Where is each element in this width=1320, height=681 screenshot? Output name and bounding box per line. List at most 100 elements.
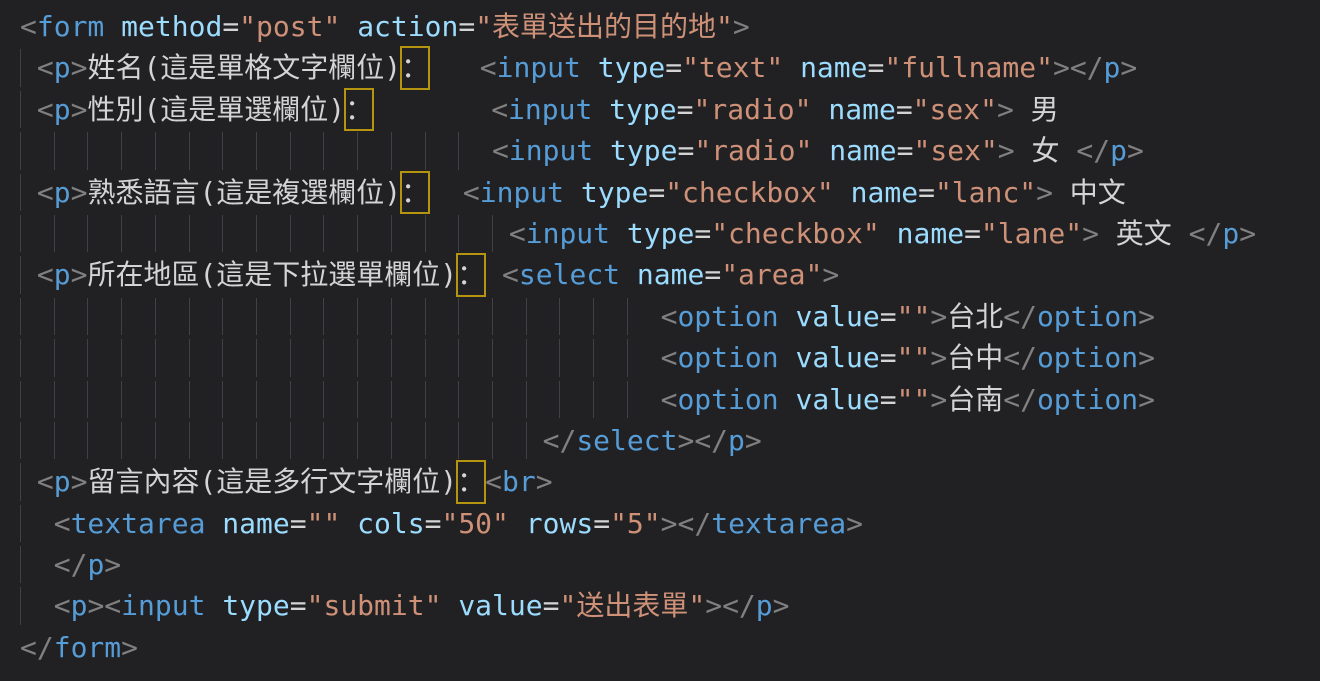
token-attribute-name[interactable]: value xyxy=(458,589,542,622)
token-string[interactable]: "radio" xyxy=(694,93,812,126)
token-string[interactable]: "" xyxy=(897,341,931,374)
code-line-7[interactable]: <p>所在地區(這是下拉選單欄位)： <select name="area"> xyxy=(20,254,1320,295)
code-editor[interactable]: <form method="post" action="表單送出的目的地"> <… xyxy=(0,0,1320,681)
token-text[interactable] xyxy=(340,507,357,540)
token-attribute-name[interactable]: type xyxy=(222,589,289,622)
token-attribute-name[interactable]: value xyxy=(795,341,879,374)
token-attribute-name[interactable]: value xyxy=(795,383,879,416)
token-text[interactable] xyxy=(564,176,581,209)
token-text[interactable]: 熟悉語言(這是複選欄位) xyxy=(87,176,401,209)
token-string[interactable]: "" xyxy=(307,507,341,540)
token-punctuation[interactable]: > xyxy=(71,176,88,209)
token-tag-name[interactable]: p xyxy=(756,589,773,622)
token-punctuation[interactable]: </ xyxy=(543,424,577,457)
token-text[interactable] xyxy=(509,507,526,540)
token-string[interactable]: "fullname" xyxy=(884,51,1053,84)
token-tag-name[interactable]: select xyxy=(519,258,620,291)
token-punctuation[interactable]: > xyxy=(998,134,1015,167)
token-text[interactable]: 性別(這是單選欄位) xyxy=(87,93,345,126)
token-punctuation[interactable]: > xyxy=(1036,176,1053,209)
token-punctuation[interactable]: > xyxy=(1082,217,1099,250)
token-punctuation[interactable]: > xyxy=(733,10,750,43)
token-punctuation[interactable]: < xyxy=(502,258,519,291)
token-tag-name[interactable]: option xyxy=(677,300,778,333)
token-tag-name[interactable]: input xyxy=(497,51,581,84)
token-punctuation[interactable]: > xyxy=(1127,134,1144,167)
token-tag-name[interactable]: form xyxy=(54,631,121,664)
token-tag-name[interactable]: p xyxy=(54,258,71,291)
token-tag-name[interactable]: option xyxy=(1037,383,1138,416)
code-line-13[interactable]: <textarea name="" cols="50" rows="5"></t… xyxy=(20,503,1320,544)
token-punctuation[interactable]: > xyxy=(997,93,1014,126)
token-text[interactable]: 女 xyxy=(1015,134,1077,167)
token-equals[interactable]: = xyxy=(964,217,981,250)
token-punctuation[interactable]: < xyxy=(509,217,526,250)
token-equals[interactable]: = xyxy=(897,134,914,167)
token-string[interactable]: "sex" xyxy=(914,134,998,167)
code-line-6[interactable]: <input type="checkbox" name="lane"> 英文 <… xyxy=(20,213,1320,254)
token-attribute-name[interactable]: name xyxy=(828,93,895,126)
token-text[interactable] xyxy=(779,300,796,333)
token-punctuation[interactable]: </ xyxy=(20,631,54,664)
token-string[interactable]: "checkbox" xyxy=(711,217,880,250)
token-punctuation[interactable]: > xyxy=(1138,300,1155,333)
token-punctuation[interactable]: > xyxy=(71,93,88,126)
token-equals[interactable]: = xyxy=(648,176,665,209)
token-text[interactable] xyxy=(783,51,800,84)
token-punctuation[interactable]: < xyxy=(104,589,121,622)
token-punctuation[interactable]: > xyxy=(661,507,678,540)
code-line-16[interactable]: </form> xyxy=(20,627,1320,668)
token-text[interactable]: 英文 xyxy=(1099,217,1189,250)
token-text[interactable] xyxy=(593,134,610,167)
token-equals[interactable]: = xyxy=(880,383,897,416)
code-line-5[interactable]: <p>熟悉語言(這是複選欄位)： <input type="checkbox" … xyxy=(20,172,1320,213)
token-punctuation[interactable]: > xyxy=(930,300,947,333)
code-line-1[interactable]: <form method="post" action="表單送出的目的地"> xyxy=(20,6,1320,47)
code-line-3[interactable]: <p>性別(這是單選欄位)： <input type="radio" name=… xyxy=(20,89,1320,130)
token-text[interactable] xyxy=(429,176,463,209)
token-attribute-name[interactable]: rows xyxy=(526,507,593,540)
token-text[interactable]: 中文 xyxy=(1053,176,1126,209)
token-string[interactable]: "text" xyxy=(682,51,783,84)
token-punctuation[interactable]: > xyxy=(930,341,947,374)
code-line-8[interactable]: <option value="">台北</option> xyxy=(20,296,1320,337)
token-text[interactable] xyxy=(779,341,796,374)
token-text[interactable]: 姓名(這是單格文字欄位) xyxy=(87,51,401,84)
token-punctuation[interactable]: > xyxy=(1053,51,1070,84)
token-text[interactable]: 所在地區(這是下拉選單欄位) xyxy=(87,258,457,291)
token-text[interactable]: 台北 xyxy=(947,300,1003,333)
token-text[interactable]: 台南 xyxy=(947,383,1003,416)
token-tag-name[interactable]: input xyxy=(480,176,564,209)
token-text[interactable] xyxy=(581,51,598,84)
token-punctuation[interactable]: < xyxy=(37,93,54,126)
token-equals[interactable]: = xyxy=(868,51,885,84)
token-equals[interactable]: = xyxy=(543,589,560,622)
token-punctuation[interactable]: > xyxy=(705,589,722,622)
token-punctuation[interactable]: < xyxy=(492,134,509,167)
token-string[interactable]: "表單送出的目的地" xyxy=(475,10,733,43)
token-punctuation[interactable]: > xyxy=(71,258,88,291)
token-string[interactable]: "" xyxy=(897,383,931,416)
token-equals[interactable]: = xyxy=(593,507,610,540)
token-tag-name[interactable]: input xyxy=(508,93,592,126)
token-tag-name[interactable]: p xyxy=(1110,134,1127,167)
token-string[interactable]: "lanc" xyxy=(935,176,1036,209)
token-equals[interactable]: = xyxy=(880,300,897,333)
token-equals[interactable]: = xyxy=(880,341,897,374)
token-tag-name[interactable]: p xyxy=(87,548,104,581)
token-text[interactable] xyxy=(104,10,121,43)
code-line-12[interactable]: <p>留言內容(這是多行文字欄位)：<br> xyxy=(20,461,1320,502)
token-punctuation[interactable]: > xyxy=(87,589,104,622)
token-punctuation[interactable]: </ xyxy=(1003,383,1037,416)
ambiguous-unicode-highlight[interactable]: ： xyxy=(345,89,373,130)
token-equals[interactable]: = xyxy=(290,507,307,540)
token-punctuation[interactable]: > xyxy=(773,589,790,622)
token-tag-name[interactable]: textarea xyxy=(711,507,846,540)
token-string[interactable]: "" xyxy=(897,300,931,333)
token-text[interactable] xyxy=(205,589,222,622)
token-punctuation[interactable]: < xyxy=(491,93,508,126)
token-punctuation[interactable]: < xyxy=(37,51,54,84)
token-text[interactable] xyxy=(610,217,627,250)
code-line-9[interactable]: <option value="">台中</option> xyxy=(20,337,1320,378)
token-text[interactable]: 留言內容(這是多行文字欄位) xyxy=(87,465,457,498)
